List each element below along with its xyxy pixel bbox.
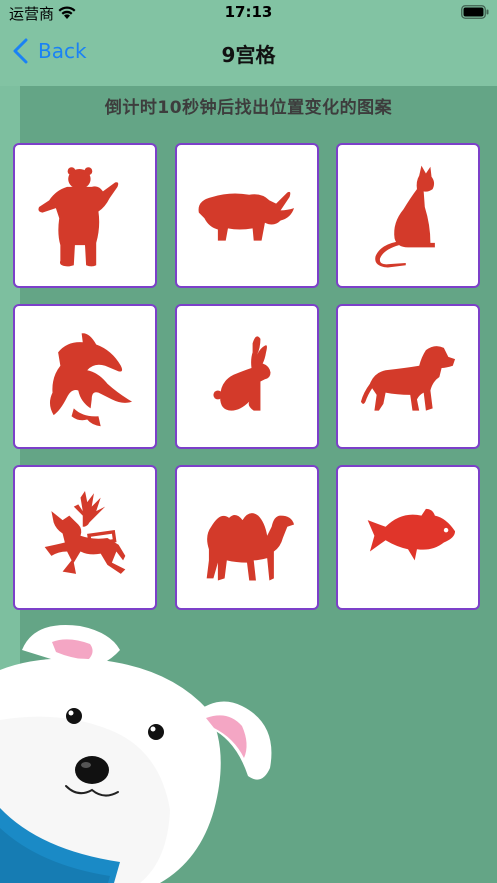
reindeer-icon xyxy=(44,490,126,574)
grid-cell-8[interactable] xyxy=(175,465,319,610)
fish-icon xyxy=(367,508,456,560)
grid-cell-5[interactable] xyxy=(175,304,319,449)
page-title: 9宫格 xyxy=(221,43,276,67)
game-screen: 运营商 17:13 Back 9宫格 倒计时10秒钟后找出位置变化的图案 xyxy=(0,0,497,883)
rhino-icon xyxy=(198,191,295,241)
navigation-bar: Back 9宫格 xyxy=(0,26,497,76)
grid-cell-3[interactable] xyxy=(336,143,480,288)
cartoon-dog-illustration xyxy=(0,625,272,883)
camel-icon xyxy=(206,512,295,581)
puzzle-grid xyxy=(13,143,484,613)
dolphin-icon xyxy=(49,332,133,426)
cat-icon xyxy=(375,165,435,268)
battery-icon xyxy=(461,5,489,19)
grid-cell-4[interactable] xyxy=(13,304,157,449)
grid-cell-7[interactable] xyxy=(13,465,157,610)
status-bar: 运营商 17:13 xyxy=(0,0,497,26)
grid-cell-1[interactable] xyxy=(13,143,157,288)
dog-icon xyxy=(360,345,456,411)
rabbit-icon xyxy=(213,335,271,411)
grid-cell-6[interactable] xyxy=(336,304,480,449)
instruction-text: 倒计时10秒钟后找出位置变化的图案 xyxy=(104,98,393,118)
grid-cell-2[interactable] xyxy=(175,143,319,288)
grid-cell-9[interactable] xyxy=(336,465,480,610)
bear-icon xyxy=(38,166,119,266)
clock: 17:13 xyxy=(224,3,273,21)
